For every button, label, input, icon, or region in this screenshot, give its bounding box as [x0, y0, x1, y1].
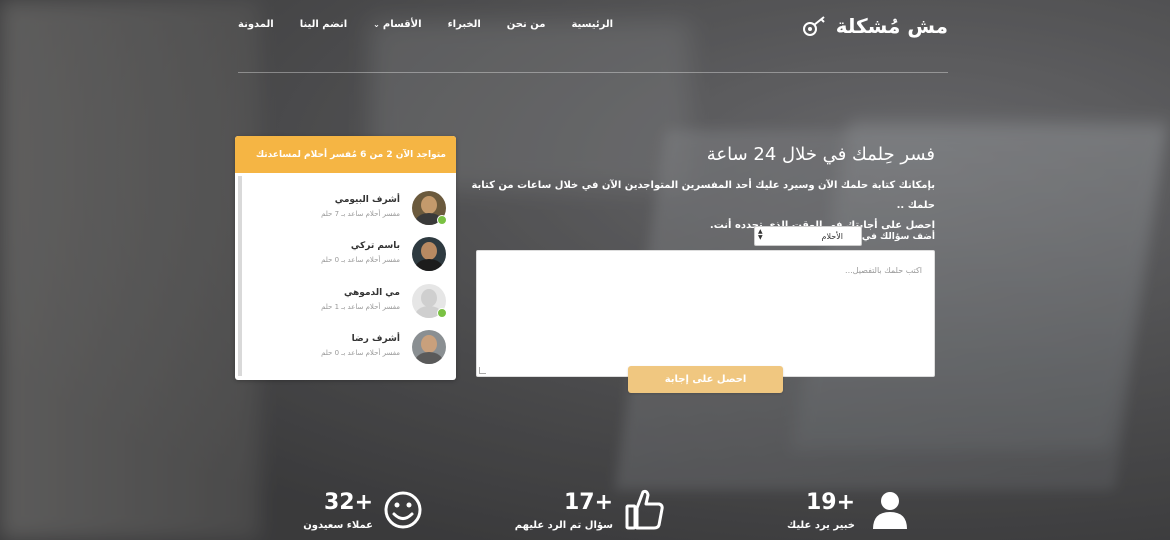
experts-panel-title: متواجد الآن 2 من 6 مُفسر أحلام لمساعدتك — [235, 136, 456, 173]
expert-item[interactable]: مي الدموهي مفسر أحلام ساعد بـ 1 حلم — [235, 284, 456, 328]
category-select-value: الأحلام — [821, 231, 843, 241]
expert-item[interactable]: أشرف رضا مفسر أحلام ساعد بـ 0 حلم — [235, 330, 456, 374]
expert-item[interactable]: أشرف البيومي مفسر أحلام ساعد بـ 7 حلم — [235, 191, 456, 235]
resize-handle-icon[interactable] — [479, 367, 486, 374]
stat-customers: +32 عملاء سعيدون — [300, 490, 425, 531]
description-line-1: بإمكانك كتابة حلمك الآن وسيرد عليك أحد ا… — [471, 180, 935, 211]
question-title: فسر حِلمك في خلال 24 ساعة — [706, 144, 935, 165]
user-icon — [870, 490, 910, 534]
expert-name: باسم تركي — [350, 241, 400, 251]
category-select[interactable]: الأحلام ▲ ▼ — [754, 226, 862, 246]
expert-item[interactable]: باسم تركي مفسر أحلام ساعد بـ 0 حلم — [235, 237, 456, 281]
stat-number: +17 — [563, 490, 613, 515]
site-logo[interactable]: مش مُشكلة — [802, 14, 948, 38]
online-indicator — [437, 308, 447, 318]
stat-label: خبير يرد عليك — [787, 520, 855, 531]
nav-sections-label: الأقسام — [382, 19, 422, 30]
stat-experts: +19 خبير يرد عليك — [780, 490, 910, 531]
stat-label: سؤال تم الرد عليهم — [514, 520, 613, 531]
stat-number: +19 — [805, 490, 855, 515]
expert-info: مفسر أحلام ساعد بـ 0 حلم — [321, 256, 400, 264]
online-indicator — [437, 215, 447, 225]
nav-sections[interactable]: الأقسام⌄ — [373, 19, 421, 30]
category-label: أضف سؤالك في : — [855, 232, 935, 242]
textarea-placeholder: اكتب حلمك بالتفصيل... — [845, 266, 922, 275]
avatar — [412, 237, 446, 271]
dream-textarea[interactable]: اكتب حلمك بالتفصيل... — [476, 250, 935, 377]
select-arrows-icon: ▲ ▼ — [758, 228, 763, 241]
nav-experts[interactable]: الخبراء — [448, 19, 481, 30]
nav-join[interactable]: انضم الينا — [300, 19, 347, 30]
avatar — [412, 330, 446, 364]
get-answer-button[interactable]: احصل على إجابة — [628, 366, 783, 393]
thumbs-up-icon — [625, 488, 665, 534]
logo-text: مش مُشكلة — [835, 14, 948, 38]
expert-info: مفسر أحلام ساعد بـ 1 حلم — [321, 303, 400, 311]
nav-about[interactable]: من نحن — [507, 19, 546, 30]
experts-panel: متواجد الآن 2 من 6 مُفسر أحلام لمساعدتك … — [235, 136, 456, 380]
expert-name: أشرف البيومي — [334, 195, 400, 205]
stat-answered: +17 سؤال تم الرد عليهم — [515, 489, 665, 531]
stat-label: عملاء سعيدون — [303, 520, 373, 531]
nav-blog[interactable]: المدونة — [238, 19, 274, 30]
chevron-down-icon: ⌄ — [373, 20, 380, 29]
expert-name: أشرف رضا — [351, 334, 400, 344]
stat-number: +32 — [323, 490, 373, 515]
nav-home[interactable]: الرئيسية — [571, 19, 613, 30]
expert-info: مفسر أحلام ساعد بـ 7 حلم — [321, 210, 400, 218]
key-icon — [802, 15, 828, 37]
expert-info: مفسر أحلام ساعد بـ 0 حلم — [321, 349, 400, 357]
header-divider — [238, 72, 948, 73]
main-nav: الرئيسية من نحن الخبراء الأقسام⌄ انضم ال… — [238, 19, 613, 30]
smiley-icon — [383, 490, 423, 534]
expert-name: مي الدموهي — [343, 288, 400, 298]
question-description: بإمكانك كتابة حلمك الآن وسيرد عليك أحد ا… — [465, 176, 935, 236]
